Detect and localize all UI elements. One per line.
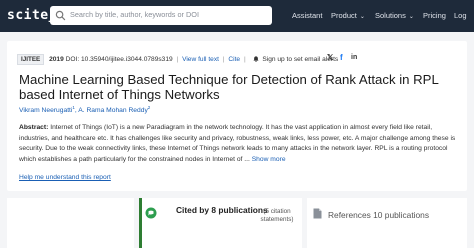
twitter-icon[interactable]: 𝕏 bbox=[327, 53, 333, 62]
publication-year: 2019 bbox=[49, 56, 64, 63]
nav-pricing[interactable]: Pricing bbox=[423, 11, 446, 20]
author-link[interactable]: Vikram Neerugatti bbox=[19, 107, 72, 114]
abstract-label: Abstract: bbox=[19, 124, 49, 131]
nav-solutions-label: Solutions bbox=[375, 11, 406, 20]
separator: | bbox=[176, 56, 179, 63]
facebook-icon[interactable]: f bbox=[340, 53, 343, 62]
cited-by-tab[interactable]: Cited by 8 publications (5 citation stat… bbox=[139, 198, 302, 248]
document-icon bbox=[313, 208, 322, 219]
chevron-down-icon: ⌄ bbox=[408, 14, 414, 20]
search-icon bbox=[55, 10, 66, 21]
search-placeholder: Search by title, author, keywords or DOI bbox=[70, 10, 199, 19]
top-navigation-bar: scite_ Search by title, author, keywords… bbox=[0, 0, 474, 32]
bell-icon bbox=[252, 56, 259, 62]
references-count: References 10 publications bbox=[328, 210, 430, 220]
article-title: Machine Learning Based Technique for Det… bbox=[19, 72, 439, 102]
doi[interactable]: DOI: 10.35940/ijitee.i3044.0789s319 bbox=[66, 56, 173, 63]
article-card: IJITEE 2019 DOI: 10.35940/ijitee.i3044.0… bbox=[7, 41, 467, 191]
separator: | bbox=[222, 56, 225, 63]
nav-login[interactable]: Log bbox=[454, 11, 467, 20]
abstract: Abstract: Internet of Things (IoT) is a … bbox=[19, 123, 463, 165]
linkedin-icon[interactable]: in bbox=[351, 54, 357, 61]
citation-statements-count: (5 citation statements) bbox=[260, 208, 294, 223]
cite-link[interactable]: Cite bbox=[228, 56, 240, 63]
chevron-down-icon: ⌄ bbox=[359, 14, 365, 20]
left-panel bbox=[7, 198, 134, 248]
citation-icon bbox=[145, 207, 157, 219]
view-full-text-link[interactable]: View full text bbox=[182, 56, 219, 63]
show-more-link[interactable]: Show more bbox=[252, 156, 286, 163]
nav-assistant[interactable]: Assistant bbox=[292, 11, 322, 20]
journal-badge[interactable]: IJITEE bbox=[17, 54, 45, 65]
separator: | bbox=[243, 56, 246, 63]
cited-by-count: Cited by 8 publications bbox=[176, 205, 268, 215]
nav-product-label: Product bbox=[331, 11, 357, 20]
author-list: Vikram Neerugatti1, A. Rama Mohan Reddy2 bbox=[19, 105, 150, 114]
abstract-text: Internet of Things (IoT) is a new Paradi… bbox=[19, 124, 456, 163]
help-understand-report-link[interactable]: Help me understand this report bbox=[19, 174, 111, 181]
article-meta: IJITEE 2019 DOI: 10.35940/ijitee.i3044.0… bbox=[17, 54, 338, 65]
nav-solutions[interactable]: Solutions ⌄ bbox=[375, 11, 414, 20]
nav-product[interactable]: Product ⌄ bbox=[331, 11, 365, 20]
references-tab[interactable]: References 10 publications bbox=[307, 198, 467, 248]
author-affiliation: 2 bbox=[147, 105, 151, 110]
author-link[interactable]: A. Rama Mohan Reddy bbox=[78, 107, 148, 114]
search-input[interactable]: Search by title, author, keywords or DOI bbox=[50, 6, 272, 25]
